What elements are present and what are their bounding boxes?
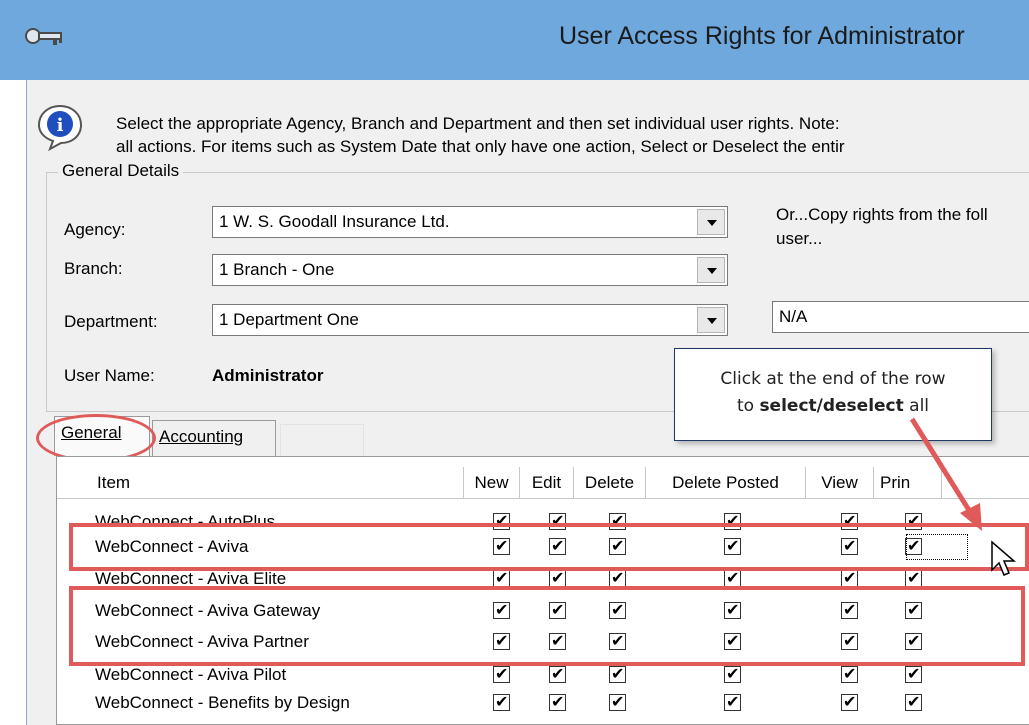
dropdown-arrow-icon[interactable] — [697, 307, 725, 333]
window-title: User Access Rights for Administrator — [559, 22, 965, 50]
agency-label: Agency: — [64, 220, 126, 239]
username-value: Administrator — [212, 366, 324, 385]
checkbox-icon[interactable] — [841, 692, 858, 712]
column-header-delete[interactable]: Delete — [573, 467, 645, 499]
checkbox-icon[interactable] — [549, 664, 566, 684]
username-label: User Name: — [64, 366, 155, 385]
checkbox-icon[interactable] — [724, 692, 741, 712]
callout-line-2: to select/deselect all — [675, 396, 991, 416]
column-header-new[interactable]: New — [463, 467, 519, 499]
checkbox-icon[interactable] — [549, 568, 566, 588]
tab-hidden — [280, 424, 364, 456]
dropdown-arrow-icon[interactable] — [697, 209, 725, 235]
copy-rights-user-combo[interactable]: N/A — [772, 301, 1029, 333]
row-item-label: WebConnect - Aviva Pilot — [95, 665, 287, 684]
department-label: Department: — [64, 312, 158, 331]
checkbox-icon[interactable] — [609, 692, 626, 712]
column-header-delete-posted[interactable]: Delete Posted — [645, 467, 805, 499]
column-header-item[interactable]: Item — [57, 467, 463, 499]
checkbox-icon[interactable] — [905, 692, 922, 712]
agency-combo[interactable]: 1 W. S. Goodall Insurance Ltd. — [212, 206, 728, 238]
checkbox-icon[interactable] — [841, 568, 858, 588]
branch-combo[interactable]: 1 Branch - One — [212, 254, 728, 286]
info-text-line-2: all actions. For items such as System Da… — [116, 137, 845, 156]
general-details-legend: General Details — [58, 161, 184, 181]
info-icon: i — [37, 104, 83, 151]
checkbox-icon[interactable] — [549, 692, 566, 712]
annotation-arrow-icon — [909, 417, 982, 531]
department-combo[interactable]: 1 Department One — [212, 304, 728, 336]
callout-suffix: all — [903, 396, 930, 416]
annotation-circle — [36, 414, 156, 462]
callout-prefix: to — [736, 396, 760, 416]
table-row[interactable]: WebConnect - Benefits by Design — [57, 692, 1029, 721]
branch-value: 1 Branch - One — [219, 260, 335, 279]
copy-rights-label-line-1: Or...Copy rights from the foll — [776, 205, 988, 224]
checkbox-icon[interactable] — [724, 664, 741, 684]
checkbox-icon[interactable] — [905, 568, 922, 588]
grid-header: Item New Edit Delete Delete Posted View … — [57, 467, 1029, 499]
annotation-box-rows — [69, 586, 1025, 666]
checkbox-icon[interactable] — [493, 692, 510, 712]
annotation-box-row — [69, 523, 1029, 571]
copy-rights-label-line-2: user... — [776, 229, 823, 248]
checkbox-icon[interactable] — [724, 568, 741, 588]
title-bar: User Access Rights for Administrator — [0, 0, 1029, 80]
checkbox-icon[interactable] — [493, 664, 510, 684]
row-item-label: WebConnect - Benefits by Design — [95, 693, 350, 712]
checkbox-icon[interactable] — [493, 568, 510, 588]
agency-value: 1 W. S. Goodall Insurance Ltd. — [219, 212, 450, 231]
department-value: 1 Department One — [219, 310, 359, 329]
checkbox-icon[interactable] — [609, 568, 626, 588]
copy-rights-user-value: N/A — [779, 307, 808, 326]
branch-label: Branch: — [64, 259, 123, 278]
checkbox-icon[interactable] — [609, 664, 626, 684]
table-row[interactable]: WebConnect - Aviva Pilot — [57, 664, 1029, 693]
checkbox-icon[interactable] — [905, 664, 922, 684]
key-icon — [25, 28, 62, 45]
tab-accounting[interactable]: Accounting — [152, 420, 276, 456]
mouse-pointer-icon — [991, 540, 1017, 576]
column-header-view[interactable]: View — [805, 467, 873, 499]
dropdown-arrow-icon[interactable] — [697, 257, 725, 283]
callout-line-1: Click at the end of the row — [720, 369, 946, 389]
info-text-line-1: Select the appropriate Agency, Branch an… — [116, 114, 840, 133]
checkbox-icon[interactable] — [841, 664, 858, 684]
svg-text:i: i — [57, 115, 64, 136]
callout-bold-text: select/deselect — [759, 396, 904, 416]
column-header-edit[interactable]: Edit — [519, 467, 573, 499]
